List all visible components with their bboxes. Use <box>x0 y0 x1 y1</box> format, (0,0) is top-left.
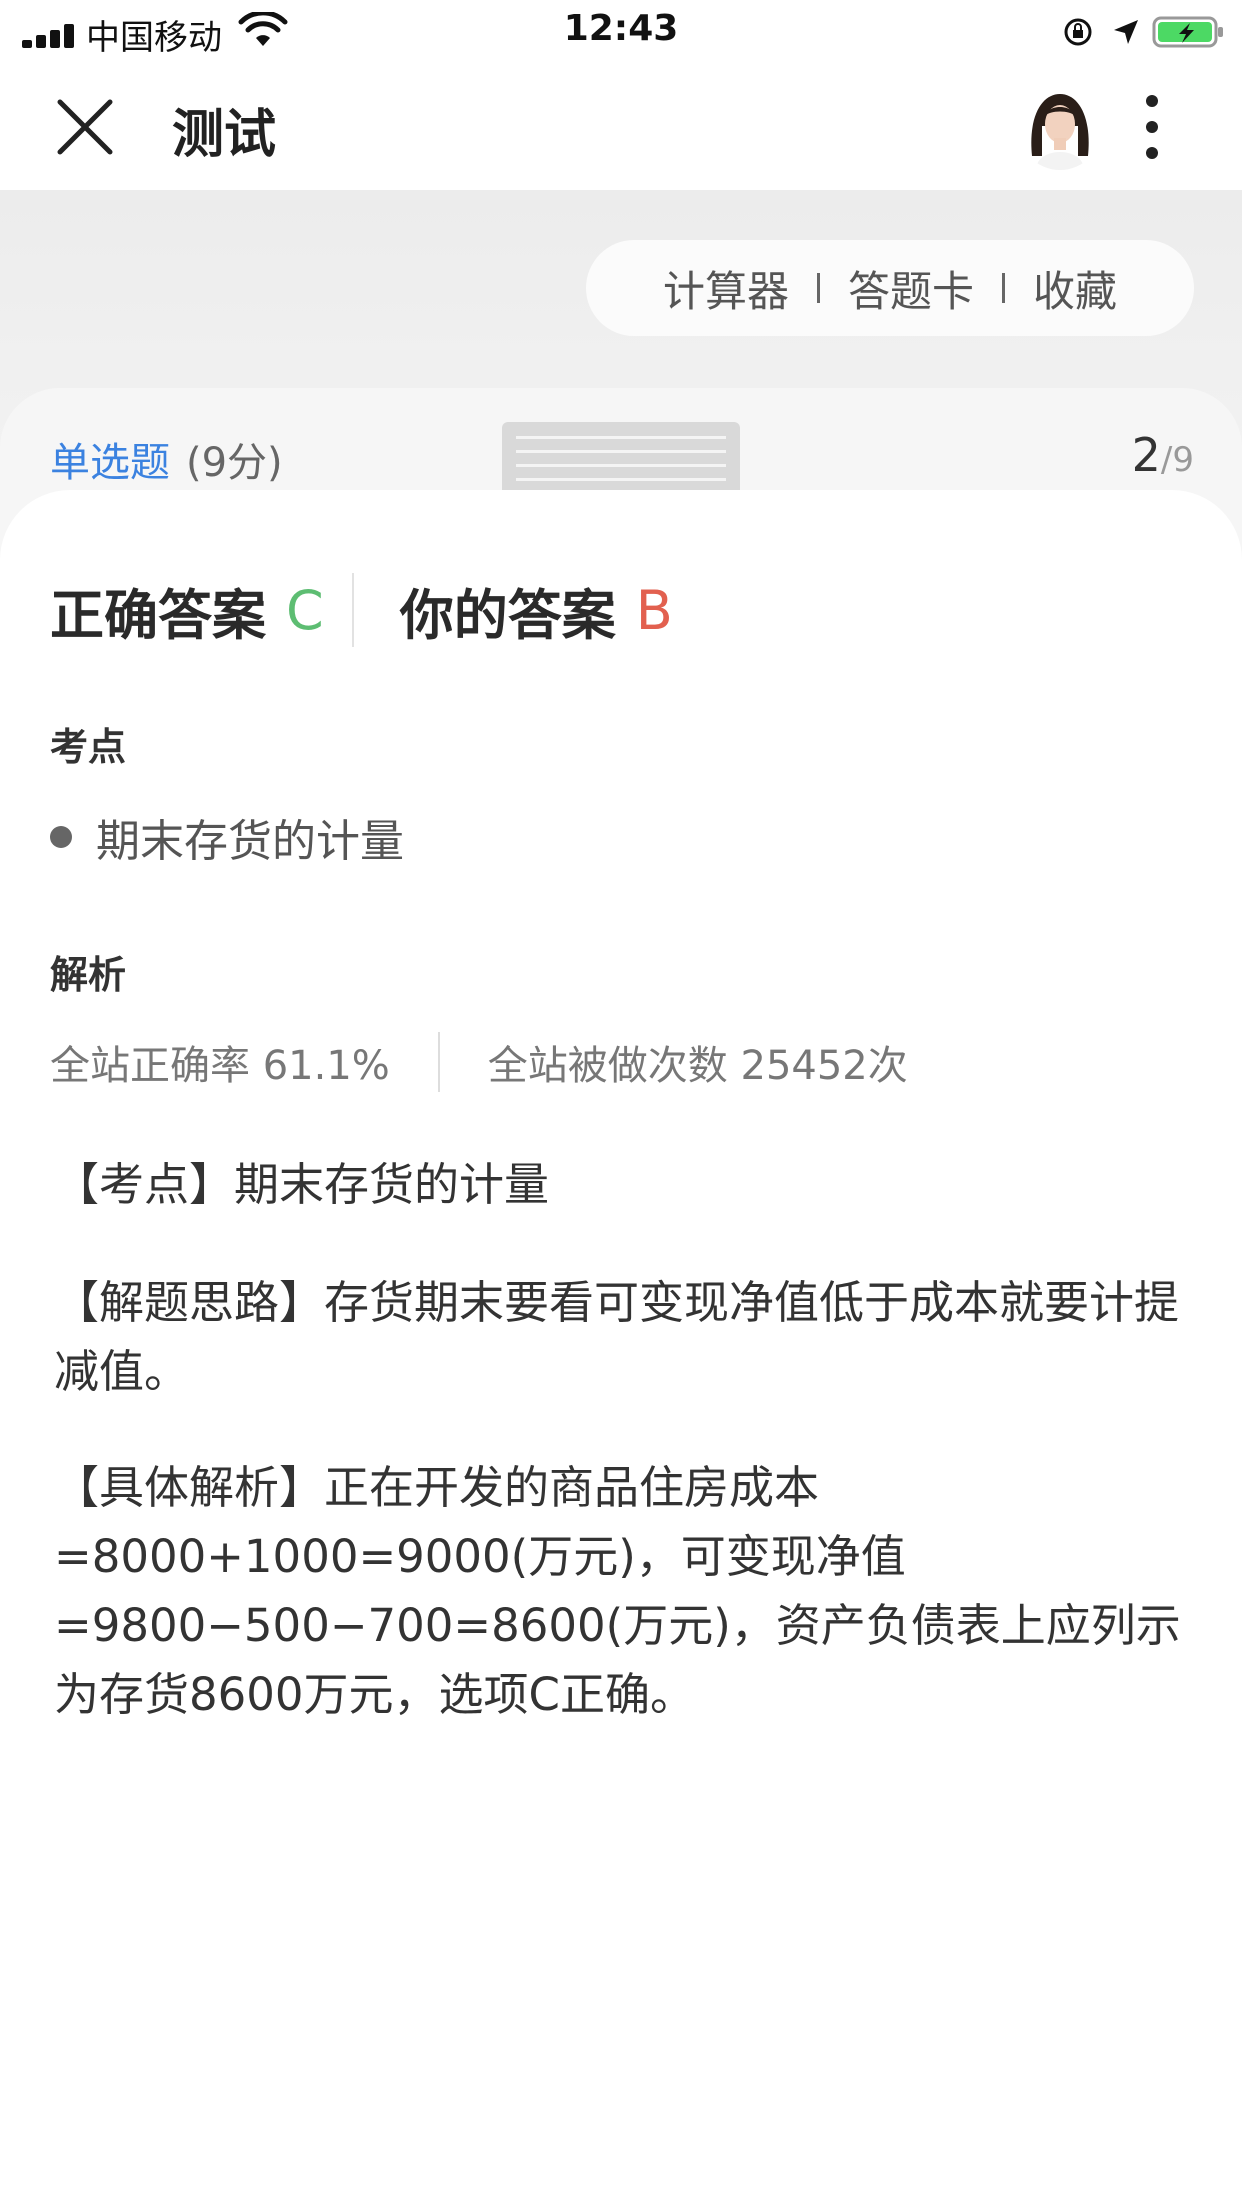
more-vertical-icon[interactable] <box>1138 92 1166 162</box>
attempts-stat: 全站被做次数 25452次 <box>487 1043 908 1089</box>
status-time: 12:43 <box>563 8 679 49</box>
favorite-button[interactable]: 收藏 <box>1033 258 1117 319</box>
analysis-approach-paragraph: 【解题思路】存货期末要看可变现净值低于成本就要计提减值。 <box>54 1276 1180 1398</box>
calculator-button[interactable]: 计算器 <box>663 258 789 319</box>
answer-card-button[interactable]: 答题卡 <box>848 258 974 319</box>
status-bar: 中国移动 12:43 <box>0 0 1242 64</box>
analysis-title: 解析 <box>50 953 127 997</box>
correct-answer-value: C <box>286 578 324 642</box>
analysis-detail-paragraph: 【具体解析】正在开发的商品住房成本=8000+1000=9000(万元)，可变现… <box>54 1461 1181 1721</box>
tool-divider <box>816 273 820 303</box>
bullet-icon <box>50 826 72 848</box>
answer-summary: 正确答案 C 你的答案 B <box>50 570 673 650</box>
accuracy-stat: 全站正确率 61.1% <box>50 1043 390 1089</box>
question-progress: 2/9 <box>1132 428 1194 482</box>
question-current: 2 <box>1131 428 1161 482</box>
question-type: 单选题 <box>50 440 170 486</box>
analysis-sheet[interactable]: 正确答案 C 你的答案 B 考点 期末存货的计量 解析 全站正确率 61.1% … <box>0 490 1242 2208</box>
exam-point-item: 期末存货的计量 <box>50 805 404 869</box>
tool-divider <box>1002 273 1005 303</box>
nav-bar: 测试 <box>0 64 1242 190</box>
question-total: /9 <box>1160 440 1194 480</box>
close-icon[interactable] <box>54 96 116 158</box>
rotation-lock-icon <box>1064 18 1092 46</box>
exam-analysis-screen: 中国移动 12:43 测试 计算器 答题卡 收藏 单选题 (9分) 2/9 正确… <box>0 0 1242 2208</box>
page-title: 测试 <box>172 105 277 165</box>
site-stats: 全站正确率 61.1% 全站被做次数 25452次 <box>50 1032 908 1092</box>
correct-answer-label: 正确答案 <box>50 583 266 647</box>
exam-point-text: 期末存货的计量 <box>96 816 404 867</box>
analysis-point-paragraph: 【考点】期末存货的计量 <box>54 1158 550 1211</box>
answer-divider <box>351 573 354 647</box>
stat-divider <box>437 1032 440 1092</box>
battery-icon <box>1152 16 1223 48</box>
your-answer-value: B <box>635 578 673 642</box>
location-icon <box>1114 20 1138 44</box>
question-score: (9分) <box>186 440 283 486</box>
your-answer-label: 你的答案 <box>399 583 616 647</box>
tool-pill: 计算器 答题卡 收藏 <box>586 240 1194 336</box>
exam-point-title: 考点 <box>50 725 127 769</box>
avatar[interactable] <box>1018 86 1102 170</box>
